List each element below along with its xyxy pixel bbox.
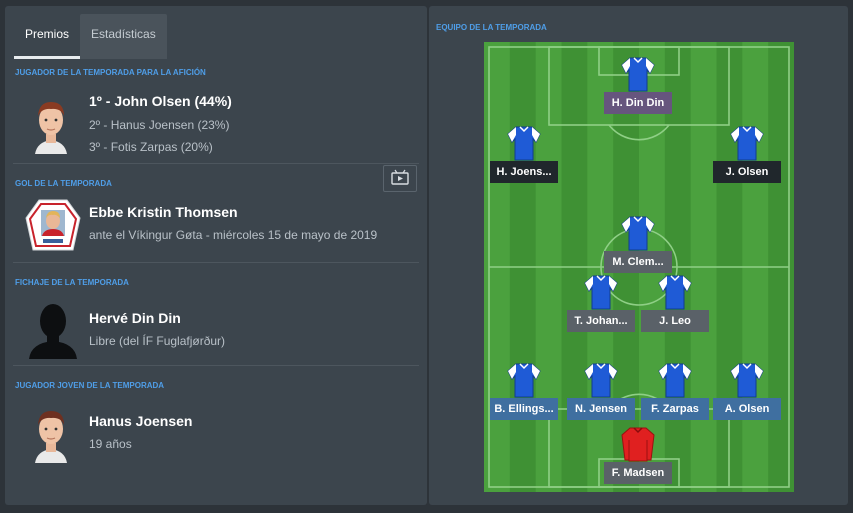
blue-kit-icon — [730, 126, 764, 161]
silhouette-avatar-icon — [29, 304, 77, 359]
young-player-name[interactable]: Hanus Joensen — [89, 413, 192, 429]
player-m-clem[interactable]: M. Clem... — [604, 215, 672, 273]
goal-detail: ante el Víkingur Gøta - miércoles 15 de … — [89, 228, 378, 242]
young-player-avatar[interactable] — [29, 403, 73, 468]
player-name-label: H. Din Din — [604, 92, 672, 114]
player-j-olsen[interactable]: J. Olsen — [713, 125, 781, 183]
blue-kit-icon — [621, 57, 655, 92]
player-name-label: F. Zarpas — [641, 398, 709, 420]
face-avatar-icon — [35, 102, 67, 154]
young-player-age: 19 años — [89, 437, 132, 451]
player-name-label: B. Ellings... — [490, 398, 558, 420]
player-j-leo[interactable]: J. Leo — [641, 274, 709, 332]
signing-avatar[interactable] — [27, 299, 79, 364]
blue-kit-icon — [658, 275, 692, 310]
player-card-icon — [25, 199, 81, 251]
video-play-icon — [391, 169, 409, 185]
video-button[interactable] — [383, 165, 417, 192]
blue-kit-icon — [507, 363, 541, 398]
player-h-joensen[interactable]: H. Joens... — [490, 125, 558, 183]
tab-premios[interactable]: Premios — [14, 14, 81, 59]
player-name-label: J. Leo — [641, 310, 709, 332]
player-name-label: M. Clem... — [604, 251, 672, 273]
player-t-johan[interactable]: T. Johan... — [567, 274, 635, 332]
player-name-label: H. Joens... — [490, 161, 558, 183]
blue-kit-icon — [507, 126, 541, 161]
player-name-label: N. Jensen — [567, 398, 635, 420]
goal-section-label: GOL DE LA TEMPORADA — [15, 179, 112, 188]
player-name-label: F. Madsen — [604, 462, 672, 484]
player-h-din-din[interactable]: H. Din Din — [604, 56, 672, 114]
player-name-label: A. Olsen — [713, 398, 781, 420]
face-avatar-icon — [35, 411, 67, 463]
divider — [13, 163, 419, 164]
signing-player-name[interactable]: Hervé Din Din — [89, 310, 181, 326]
goal-scorer-badge[interactable] — [25, 198, 81, 261]
divider — [13, 365, 419, 366]
blue-kit-icon — [730, 363, 764, 398]
signing-detail: Libre (del ÍF Fuglafjørður) — [89, 334, 226, 348]
fans-player-winner[interactable]: 1º - John Olsen (44%) — [89, 93, 232, 109]
goal-scorer-name[interactable]: Ebbe Kristin Thomsen — [89, 204, 238, 220]
fans-player-section-label: JUGADOR DE LA TEMPORADA PARA LA AFICIÓN — [15, 68, 206, 77]
blue-kit-icon — [584, 275, 618, 310]
fans-player-avatar[interactable] — [29, 94, 73, 159]
player-a-olsen[interactable]: A. Olsen — [713, 362, 781, 420]
red-goalkeeper-kit-icon — [621, 427, 655, 462]
player-n-jensen[interactable]: N. Jensen — [567, 362, 635, 420]
team-of-season-title: EQUIPO DE LA TEMPORADA — [436, 23, 547, 32]
young-player-section-label: JUGADOR JOVEN DE LA TEMPORADA — [15, 381, 165, 390]
divider — [13, 262, 419, 263]
player-f-zarpas[interactable]: F. Zarpas — [641, 362, 709, 420]
fans-player-third: 3º - Fotis Zarpas (20%) — [89, 140, 213, 154]
player-name-label: T. Johan... — [567, 310, 635, 332]
tab-estadisticas[interactable]: Estadísticas — [80, 14, 167, 59]
blue-kit-icon — [584, 363, 618, 398]
fans-player-second: 2º - Hanus Joensen (23%) — [89, 118, 230, 132]
player-f-madsen[interactable]: F. Madsen — [604, 426, 672, 484]
player-name-label: J. Olsen — [713, 161, 781, 183]
blue-kit-icon — [658, 363, 692, 398]
signing-section-label: FICHAJE DE LA TEMPORADA — [15, 278, 129, 287]
team-of-season-panel: EQUIPO DE LA TEMPORADA H. Din Din H. Joe… — [429, 6, 848, 505]
blue-kit-icon — [621, 216, 655, 251]
player-b-ellings[interactable]: B. Ellings... — [490, 362, 558, 420]
awards-panel: Premios Estadísticas JUGADOR DE LA TEMPO… — [5, 6, 427, 505]
tab-bar: Premios Estadísticas — [14, 14, 167, 59]
